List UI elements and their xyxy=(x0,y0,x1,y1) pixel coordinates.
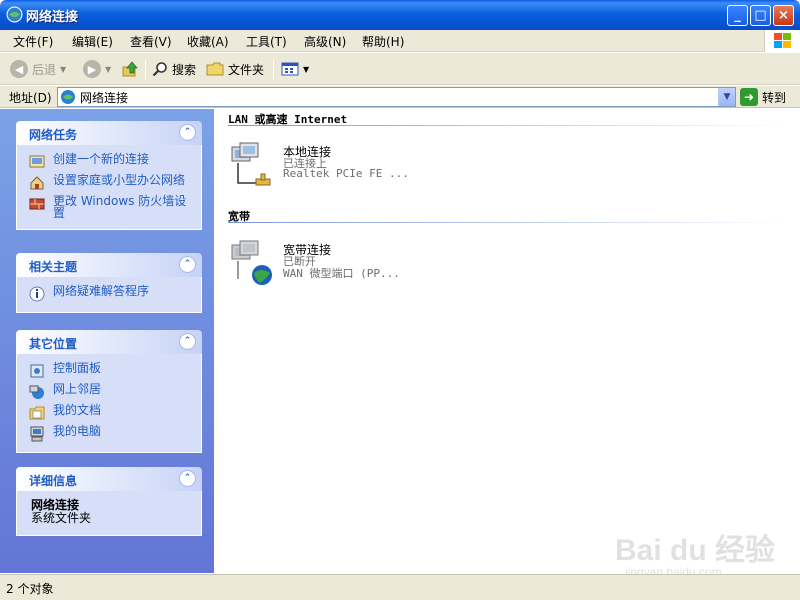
control-panel-icon xyxy=(30,364,44,378)
new-connection-icon xyxy=(29,155,45,168)
network-connections-icon xyxy=(6,6,23,23)
chevron-down-icon: ▼ xyxy=(105,64,112,74)
minimize-button[interactable]: _ xyxy=(727,5,748,26)
address-bar: 地址(D) 网络连接 ▼ ➜ 转到 xyxy=(0,86,800,108)
address-dropdown-button[interactable]: ▼ xyxy=(718,88,735,106)
panel-title: 网络任务 xyxy=(29,128,78,142)
toolbar: ◀ 后退 ▼ ▶ ▼ 搜索 文件夹 ▼ xyxy=(0,53,800,85)
collapse-icon[interactable]: ⌃ xyxy=(179,256,196,273)
go-button[interactable]: ➜ 转到 xyxy=(740,87,786,107)
my-documents-icon xyxy=(29,406,45,420)
task-home-network[interactable]: 设置家庭或小型办公网络 xyxy=(17,172,201,193)
address-value: 网络连接 xyxy=(80,90,129,105)
up-folder-icon xyxy=(122,61,138,77)
collapse-icon[interactable]: ⌃ xyxy=(179,124,196,141)
task-create-connection[interactable]: 创建一个新的连接 xyxy=(17,151,201,172)
forward-arrow-icon: ▶ xyxy=(83,60,101,78)
place-network-places[interactable]: 网上邻居 xyxy=(17,381,201,402)
folders-button[interactable]: 文件夹 xyxy=(206,59,264,79)
back-arrow-icon: ◀ xyxy=(10,60,28,78)
chevron-down-icon: ▼ xyxy=(60,64,67,74)
place-my-documents[interactable]: 我的文档 xyxy=(17,402,201,423)
menu-help[interactable]: 帮助(H) xyxy=(362,33,404,50)
collapse-icon[interactable]: ⌃ xyxy=(179,333,196,350)
close-button[interactable]: × xyxy=(773,5,794,26)
my-computer-icon xyxy=(30,426,44,442)
status-bar: 2 个对象 xyxy=(0,574,800,600)
go-label: 转到 xyxy=(762,90,787,105)
menu-edit[interactable]: 编辑(E) xyxy=(72,33,113,50)
broadband-connection-icon xyxy=(231,240,272,285)
task-pane: 网络任务 ⌃ 创建一个新的连接 设置家庭或小型办公网络 更改 Windows 防… xyxy=(0,109,214,573)
firewall-icon xyxy=(29,198,45,210)
status-text: 2 个对象 xyxy=(6,582,54,596)
go-arrow-icon: ➜ xyxy=(740,88,758,106)
group-divider xyxy=(228,222,788,223)
network-connections-icon xyxy=(61,90,75,104)
panel-header[interactable]: 网络任务 ⌃ xyxy=(16,121,202,145)
title-bar[interactable]: 网络连接 _ □ × xyxy=(0,0,800,30)
collapse-icon[interactable]: ⌃ xyxy=(179,470,196,487)
connection-device: Realtek PCIe FE ... xyxy=(283,167,409,180)
content-area: LAN 或高速 Internet 本地连接 已连接上 Realtek PCIe … xyxy=(214,109,800,573)
connection-local[interactable]: 本地连接 已连接上 Realtek PCIe FE ... xyxy=(228,141,528,191)
menu-advanced[interactable]: 高级(N) xyxy=(304,33,346,50)
up-folder-button[interactable] xyxy=(121,59,139,79)
info-icon xyxy=(29,286,45,302)
network-tasks-panel: 网络任务 ⌃ 创建一个新的连接 设置家庭或小型办公网络 更改 Windows 防… xyxy=(16,121,202,230)
address-label: 地址(D) xyxy=(9,91,52,105)
task-network-troubleshooter[interactable]: 网络疑难解答程序 xyxy=(17,283,201,304)
task-firewall[interactable]: 更改 Windows 防火墙设置 xyxy=(17,193,201,221)
group-divider xyxy=(228,125,788,126)
lan-connection-icon xyxy=(231,142,271,186)
place-control-panel[interactable]: 控制面板 xyxy=(17,360,201,381)
details-panel: 详细信息 ⌃ 网络连接 系统文件夹 xyxy=(16,467,202,536)
forward-button[interactable]: ▶ ▼ xyxy=(83,59,111,79)
panel-title: 其它位置 xyxy=(29,337,78,351)
network-places-icon xyxy=(29,385,44,399)
home-network-icon xyxy=(30,176,44,190)
other-places-panel: 其它位置 ⌃ 控制面板 网上邻居 我的文档 我的电脑 xyxy=(16,330,202,453)
menu-tools[interactable]: 工具(T) xyxy=(246,33,287,50)
menu-favorites[interactable]: 收藏(A) xyxy=(187,33,229,50)
maximize-button[interactable]: □ xyxy=(750,5,771,26)
panel-header[interactable]: 其它位置 ⌃ xyxy=(16,330,202,354)
connection-device: WAN 微型端口 (PP... xyxy=(283,267,400,280)
toolbar-separator xyxy=(145,59,146,79)
views-icon xyxy=(281,62,299,76)
toolbar-separator xyxy=(273,59,274,79)
views-button[interactable]: ▼ xyxy=(281,59,309,79)
related-topics-panel: 相关主题 ⌃ 网络疑难解答程序 xyxy=(16,253,202,313)
menu-file[interactable]: 文件(F) xyxy=(13,33,53,50)
panel-header[interactable]: 详细信息 ⌃ xyxy=(16,467,202,491)
folder-icon xyxy=(206,62,224,76)
address-input[interactable]: 网络连接 ▼ xyxy=(57,87,736,107)
details-type: 系统文件夹 xyxy=(31,511,92,525)
back-button[interactable]: ◀ 后退 ▼ xyxy=(10,59,66,79)
panel-title: 详细信息 xyxy=(29,474,78,488)
panel-title: 相关主题 xyxy=(29,260,78,274)
chevron-down-icon: ▼ xyxy=(303,64,310,74)
place-my-computer[interactable]: 我的电脑 xyxy=(17,423,201,444)
window-title: 网络连接 xyxy=(26,10,79,25)
panel-header[interactable]: 相关主题 ⌃ xyxy=(16,253,202,277)
menu-view[interactable]: 查看(V) xyxy=(130,33,172,50)
windows-logo-icon xyxy=(764,30,800,52)
connection-broadband[interactable]: 宽带连接 已断开 WAN 微型端口 (PP... xyxy=(228,239,528,289)
search-button[interactable]: 搜索 xyxy=(152,59,196,79)
menu-bar: 文件(F) 编辑(E) 查看(V) 收藏(A) 工具(T) 高级(N) 帮助(H… xyxy=(0,30,800,52)
search-icon xyxy=(152,62,167,77)
